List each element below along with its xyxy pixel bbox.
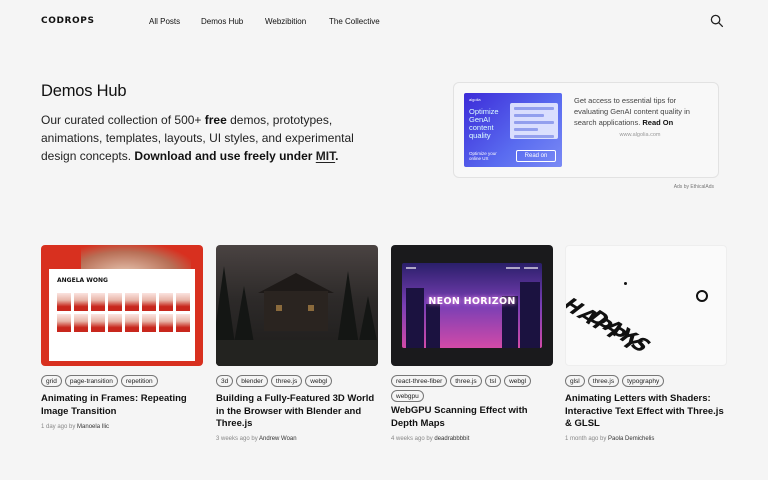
demo-title[interactable]: Building a Fully-Featured 3D World in th… [216, 393, 378, 431]
thumb-screen: NEON HORIZON [402, 263, 542, 348]
author-link[interactable]: Manoela Ilic [77, 424, 109, 430]
demo-time: 1 day ago by [41, 424, 78, 430]
tag[interactable]: webgpu [391, 390, 424, 402]
nav-the-collective[interactable]: The Collective [329, 17, 380, 26]
tag[interactable]: react-three-fiber [391, 375, 448, 387]
tag[interactable]: 3d [216, 375, 234, 387]
tag[interactable]: tsl [484, 375, 502, 387]
ad-ui-mockup [510, 103, 558, 139]
tag-list: grid page-transition repetition [41, 375, 203, 387]
tag[interactable]: three.js [587, 375, 620, 387]
demo-meta: 4 weeks ago by deadrabbbbit [391, 436, 553, 442]
tag-list: 3d blender three.js webgl [216, 375, 378, 387]
tag[interactable]: webgl [504, 375, 532, 387]
tag[interactable]: webgl [305, 375, 333, 387]
tag-list: glsl three.js typography [565, 375, 727, 387]
site-header: CODROPS All Posts Demos Hub Webzibition … [0, 0, 768, 44]
tag[interactable]: glsl [565, 375, 585, 387]
nav-webzibition[interactable]: Webzibition [265, 17, 306, 26]
demo-title[interactable]: Animating in Frames: Repeating Image Tra… [41, 393, 203, 418]
thumb-sheet: ANGELA WONG [49, 269, 195, 361]
smiley-icon [696, 290, 708, 302]
demo-thumbnail[interactable]: HAPPY DAYS [565, 245, 727, 366]
tag[interactable]: repetition [120, 375, 158, 387]
demo-thumbnail[interactable]: ANGELA WONG [41, 245, 203, 366]
demo-meta: 1 day ago by Manoela Ilic [41, 424, 203, 430]
thumb-grid [57, 293, 190, 332]
demo-time: 1 month ago by [565, 436, 609, 442]
ad-read-on-link[interactable]: Read On [642, 118, 673, 127]
page-description: Our curated collection of 500+ free demo… [41, 111, 356, 165]
desc-free: free [204, 113, 227, 127]
ad-headline: Optimize GenAI content quality [469, 107, 499, 140]
tag[interactable]: blender [236, 375, 268, 387]
thumb-house [264, 291, 328, 331]
ad-credit[interactable]: Ads by EthicalAds [650, 184, 714, 190]
tag[interactable]: page-transition [64, 375, 118, 387]
ad-text: Get access to essential tips for evaluat… [574, 95, 706, 128]
tag[interactable]: three.js [270, 375, 303, 387]
author-link[interactable]: Paola Demichelis [608, 436, 654, 442]
mit-license-link[interactable]: MIT [316, 149, 335, 163]
ad-brand: algolia [469, 97, 481, 102]
tag[interactable]: typography [622, 375, 665, 387]
demo-thumbnail[interactable] [216, 245, 378, 366]
demo-meta: 3 weeks ago by Andrew Woan [216, 436, 378, 442]
ad-subline: Optimize your online UX [469, 151, 497, 161]
nav-all-posts[interactable]: All Posts [149, 17, 180, 26]
tag[interactable]: grid [41, 375, 62, 387]
demo-thumbnail[interactable]: NEON HORIZON [391, 245, 553, 366]
ad-read-on-button[interactable]: Read on [516, 150, 556, 162]
author-link[interactable]: deadrabbbbit [434, 436, 469, 442]
demo-title[interactable]: Animating Letters with Shaders: Interact… [565, 393, 727, 431]
sponsored-ad[interactable]: algolia Optimize GenAI content quality O… [453, 82, 719, 178]
tag-list: react-three-fiber three.js tsl webgl web… [391, 375, 553, 402]
demo-title[interactable]: WebGPU Scanning Effect with Depth Maps [391, 405, 553, 430]
site-logo[interactable]: CODROPS [41, 16, 95, 26]
author-link[interactable]: Andrew Woan [259, 436, 297, 442]
nav-demos-hub[interactable]: Demos Hub [201, 17, 243, 26]
tag[interactable]: three.js [450, 375, 482, 387]
page-title: Demos Hub [41, 82, 127, 100]
demo-meta: 1 month ago by Paola Demichelis [565, 436, 727, 442]
demo-time: 4 weeks ago by [391, 436, 435, 442]
thumb-title: NEON HORIZON [428, 296, 516, 307]
search-icon[interactable] [710, 14, 724, 28]
ad-url: www.algolia.com [619, 132, 661, 138]
thumb-title: ANGELA WONG [57, 277, 108, 284]
desc-text: Our curated collection of 500+ [41, 113, 205, 127]
desc-end: . [335, 149, 339, 163]
desc-download: Download and use freely under [134, 149, 316, 163]
ad-image[interactable]: algolia Optimize GenAI content quality O… [464, 93, 562, 167]
demo-time: 3 weeks ago by [216, 436, 260, 442]
